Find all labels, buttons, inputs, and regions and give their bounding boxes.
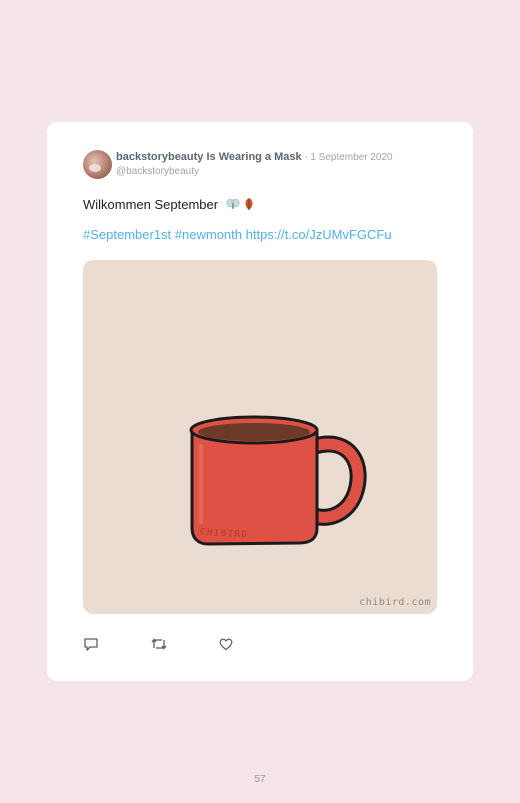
hashtag-newmonth[interactable]: #newmonth	[175, 227, 242, 242]
retweet-icon[interactable]	[150, 636, 167, 652]
display-name[interactable]: backstorybeauty Is Wearing a Mask	[116, 151, 302, 163]
user-handle[interactable]: @backstorybeauty	[116, 166, 199, 177]
tweet-media[interactable]: CHIBIRD chibird.com	[83, 260, 437, 614]
tweet-url[interactable]: https://t.co/JzUMvFGCFu	[246, 227, 392, 242]
separator: ·	[304, 151, 309, 163]
hashtag-september1st[interactable]: #September1st	[83, 227, 171, 242]
emoji-group	[226, 197, 256, 214]
fairy-icon	[226, 198, 240, 209]
tweet-text: Wilkommen September	[83, 197, 255, 214]
page-number: 57	[254, 774, 266, 785]
tweet-links: #September1st #newmonth https://t.co/JzU…	[83, 227, 392, 242]
media-watermark: chibird.com	[359, 597, 431, 608]
tweet-card: backstorybeauty Is Wearing a Mask · 1 Sept…	[47, 122, 473, 681]
avatar[interactable]	[83, 150, 112, 179]
like-icon[interactable]	[218, 636, 234, 652]
tweet-body: Wilkommen September	[83, 197, 219, 212]
red-mug-illustration: CHIBIRD	[189, 415, 367, 546]
autumn-leaf-icon	[245, 198, 253, 210]
tweet-header: backstorybeauty Is Wearing a Mask · 1 Sept…	[116, 151, 393, 163]
tweet-date[interactable]: 1 September 2020	[310, 152, 392, 163]
reply-icon[interactable]	[83, 636, 99, 652]
